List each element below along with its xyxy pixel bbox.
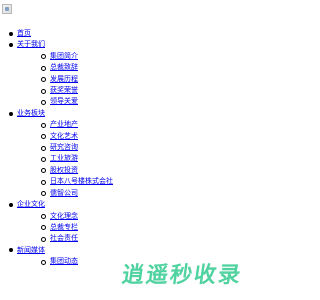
page: 首页 关于我们 集团简介 总裁致辞 发展历程 获奖荣誉 领导关爱 业务板块 产业… [0,0,300,300]
submenu-link-japan-company[interactable]: 日本八号楼株式会社 [50,177,113,185]
submenu-link-ruzhi-company[interactable]: 儒智公司 [50,189,78,197]
submenu-item: 获奖荣誉 [17,85,300,96]
nav-item-home: 首页 [0,28,300,39]
submenu-item: 集团动态 [17,256,300,267]
broken-image-icon [2,4,12,14]
submenu-link-research-consulting[interactable]: 研究咨询 [50,143,78,151]
nav-link-culture[interactable]: 企业文化 [17,200,45,208]
submenu-link-equity-investment[interactable]: 股权投资 [50,166,78,174]
submenu-item: 工业旅游 [17,153,300,164]
submenu-link-leadership-care[interactable]: 领导关爱 [50,97,78,105]
nav-item-culture: 企业文化 文化理念 总裁专栏 社会责任 [0,199,300,245]
submenu-link-awards[interactable]: 获奖荣誉 [50,86,78,94]
submenu-item: 总裁专栏 [17,222,300,233]
submenu-item: 发展历程 [17,74,300,85]
nav-link-home[interactable]: 首页 [17,29,31,37]
submenu-link-culture-art[interactable]: 文化艺术 [50,132,78,140]
submenu-link-group-intro[interactable]: 集团简介 [50,52,78,60]
submenu-item: 领导关爱 [17,96,300,107]
submenu-link-culture-philosophy[interactable]: 文化理念 [50,212,78,220]
submenu-item: 日本八号楼株式会社 [17,176,300,187]
submenu-item: 研究咨询 [17,142,300,153]
submenu-link-industrial-tourism[interactable]: 工业旅游 [50,154,78,162]
submenu-about: 集团简介 总裁致辞 发展历程 获奖荣誉 领导关爱 [17,51,300,108]
submenu-link-history[interactable]: 发展历程 [50,75,78,83]
submenu-item: 儒智公司 [17,188,300,199]
submenu-item: 产业地产 [17,119,300,130]
submenu-culture: 文化理念 总裁专栏 社会责任 [17,211,300,245]
submenu-link-social-responsibility[interactable]: 社会责任 [50,234,78,242]
nav-link-business[interactable]: 业务板块 [17,109,45,117]
submenu-item: 文化艺术 [17,131,300,142]
submenu-link-group-news[interactable]: 集团动态 [50,257,78,265]
nav-link-news[interactable]: 新闻媒体 [17,246,45,254]
nav-item-about: 关于我们 集团简介 总裁致辞 发展历程 获奖荣誉 领导关爱 [0,39,300,107]
main-navigation: 首页 关于我们 集团简介 总裁致辞 发展历程 获奖荣誉 领导关爱 业务板块 产业… [0,28,300,268]
submenu-news: 集团动态 [17,256,300,267]
nav-item-business: 业务板块 产业地产 文化艺术 研究咨询 工业旅游 股权投资 日本八号楼株式会社 … [0,108,300,199]
submenu-item: 社会责任 [17,233,300,244]
submenu-link-industrial-real-estate[interactable]: 产业地产 [50,120,78,128]
submenu-item: 文化理念 [17,211,300,222]
submenu-item: 总裁致辞 [17,62,300,73]
nav-link-about[interactable]: 关于我们 [17,40,45,48]
submenu-link-president-column[interactable]: 总裁专栏 [50,223,78,231]
submenu-item: 集团简介 [17,51,300,62]
submenu-link-president-speech[interactable]: 总裁致辞 [50,63,78,71]
nav-item-news: 新闻媒体 集团动态 [0,245,300,268]
submenu-item: 股权投资 [17,165,300,176]
submenu-business: 产业地产 文化艺术 研究咨询 工业旅游 股权投资 日本八号楼株式会社 儒智公司 [17,119,300,199]
nav-menu: 首页 关于我们 集团简介 总裁致辞 发展历程 获奖荣誉 领导关爱 业务板块 产业… [0,28,300,268]
